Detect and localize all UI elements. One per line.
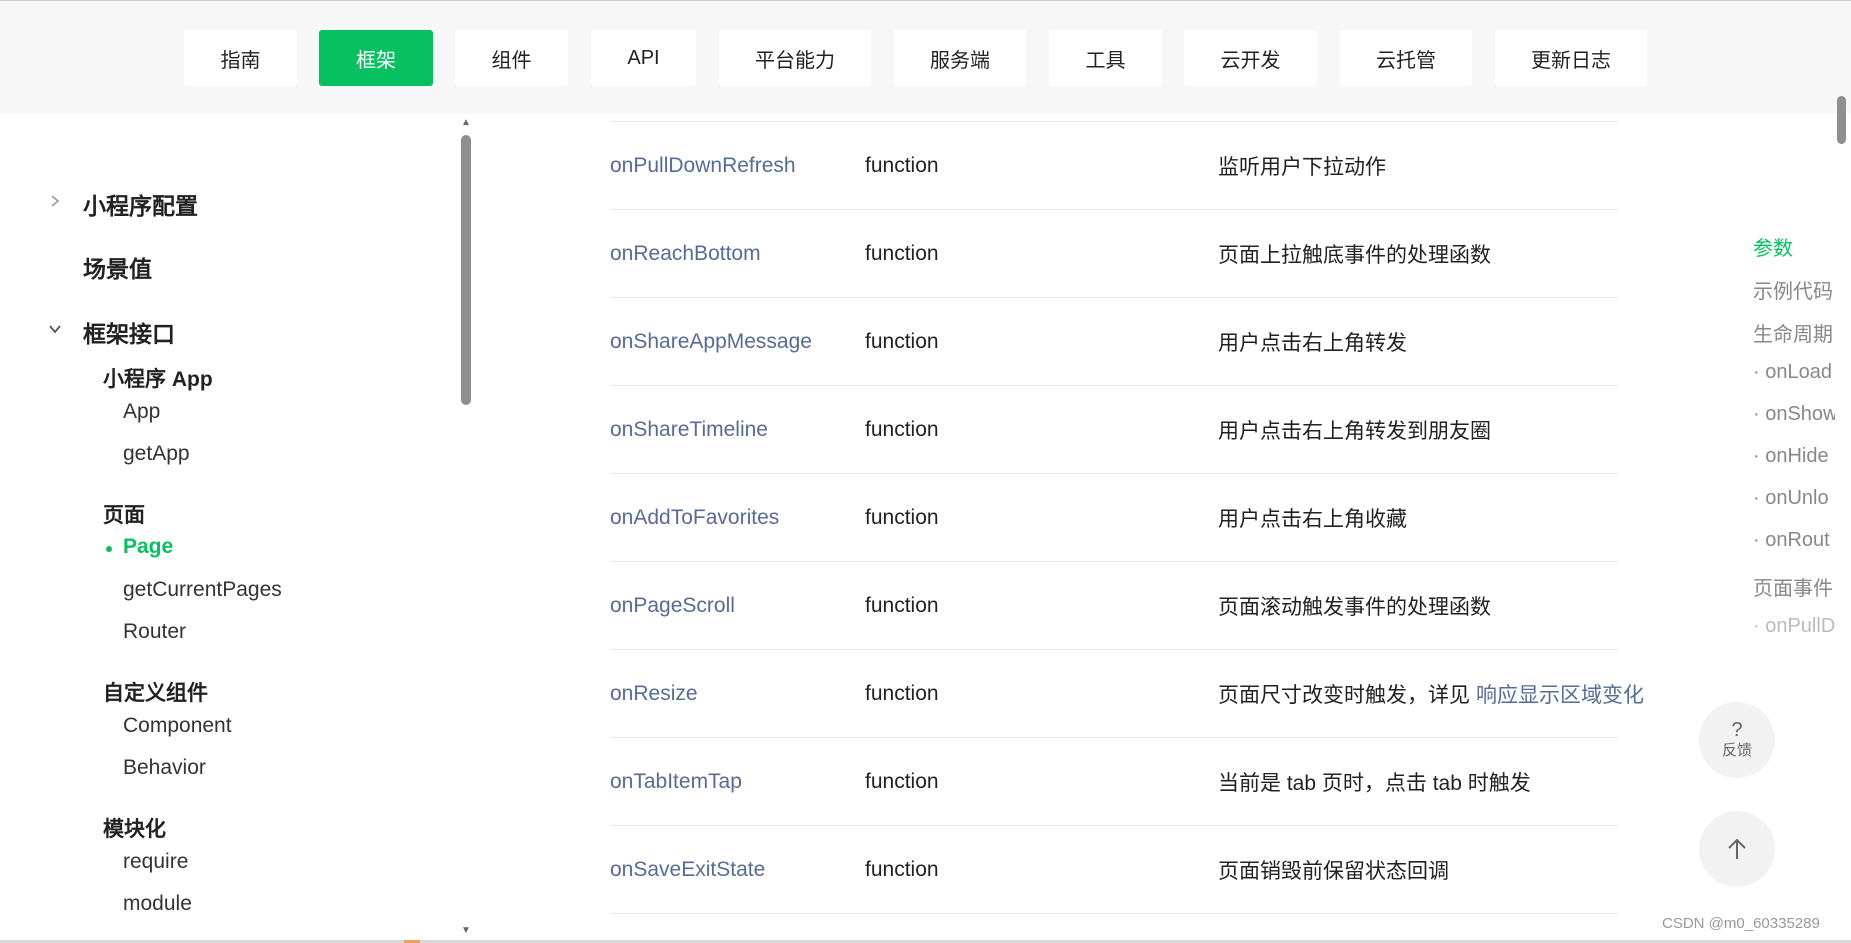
page-scrollbar[interactable] — [1837, 96, 1846, 144]
param-description: 用户点击右上角收藏 — [1218, 508, 1407, 531]
param-description: 页面滚动触发事件的处理函数 — [1218, 596, 1491, 619]
toc-item-onhide[interactable]: · onHide — [1753, 445, 1829, 468]
param-type: function — [865, 418, 939, 441]
table-row: onSaveExitState function 页面销毁前保留状态回调 — [610, 826, 1618, 914]
toc-item-lifecycle[interactable]: 生命周期 — [1753, 318, 1833, 347]
param-type: function — [865, 770, 939, 793]
tab-cloud-dev[interactable]: 云开发 — [1184, 30, 1317, 86]
param-type: function — [865, 242, 939, 265]
param-name-link[interactable]: onResize — [610, 650, 698, 738]
param-description: 页面销毁前保留状态回调 — [1218, 860, 1449, 883]
tab-components[interactable]: 组件 — [455, 30, 568, 86]
param-type: function — [865, 858, 939, 881]
sidebar-scroll-down-icon[interactable]: ▼ — [460, 925, 472, 937]
sidebar-scroll-up-icon[interactable]: ▲ — [460, 117, 472, 129]
param-description: 当前是 tab 页时，点击 tab 时触发 — [1218, 772, 1531, 795]
toc-item-onpulldown[interactable]: · onPullD — [1753, 615, 1835, 638]
param-type: function — [865, 330, 939, 353]
param-type: function — [865, 594, 939, 617]
sidebar — [0, 114, 474, 943]
table-row: onShareTimeline function 用户点击右上角转发到朋友圈 — [610, 386, 1618, 474]
table-row: onPageScroll function 页面滚动触发事件的处理函数 — [610, 562, 1618, 650]
sidebar-item-behavior[interactable]: Behavior — [123, 756, 206, 780]
tab-framework[interactable]: 框架 — [319, 30, 433, 86]
param-name-link[interactable]: onReachBottom — [610, 210, 761, 298]
sidebar-section-page[interactable]: 页面 — [103, 499, 145, 529]
param-description: 用户点击右上角转发到朋友圈 — [1218, 420, 1491, 443]
table-row: onReachBottom function 页面上拉触底事件的处理函数 — [610, 210, 1618, 298]
param-name-link[interactable]: onShareAppMessage — [610, 298, 812, 386]
question-icon: ? — [1731, 719, 1743, 741]
sidebar-section-app[interactable]: 小程序 App — [103, 363, 213, 393]
toc-item-onunload[interactable]: · onUnlo — [1753, 487, 1829, 510]
param-type: function — [865, 154, 939, 177]
tab-guide[interactable]: 指南 — [184, 30, 297, 86]
table-row: onAddToFavorites function 用户点击右上角收藏 — [610, 474, 1618, 562]
param-description: 用户点击右上角转发 — [1218, 332, 1407, 355]
sidebar-item-getcurrentpages[interactable]: getCurrentPages — [123, 578, 282, 602]
param-name-link[interactable]: onSaveExitState — [610, 826, 765, 914]
toc-item-onload[interactable]: · onLoad — [1753, 361, 1832, 384]
toc-item-sample-code[interactable]: 示例代码 — [1753, 275, 1833, 304]
tab-changelog[interactable]: 更新日志 — [1495, 30, 1647, 86]
param-description: 页面上拉触底事件的处理函数 — [1218, 244, 1491, 267]
table-row: onPullDownRefresh function 监听用户下拉动作 — [610, 122, 1618, 210]
feedback-label: 反馈 — [1721, 742, 1752, 759]
back-to-top-button[interactable] — [1699, 811, 1775, 887]
sidebar-group-framework-api[interactable]: 框架接口 — [83, 315, 175, 349]
active-dot-icon — [106, 546, 112, 552]
toc: 参数 示例代码 生命周期 · onLoad · onShow · onHide … — [1750, 230, 1835, 670]
sidebar-item-module[interactable]: module — [123, 892, 192, 916]
tab-server[interactable]: 服务端 — [894, 30, 1026, 86]
sidebar-item-require[interactable]: require — [123, 850, 188, 874]
sidebar-group-app-config[interactable]: 小程序配置 — [83, 187, 198, 221]
table-row: onTabItemTap function 当前是 tab 页时，点击 tab … — [610, 738, 1618, 826]
toc-item-onroute[interactable]: · onRout — [1753, 529, 1830, 552]
sidebar-item-component[interactable]: Component — [123, 714, 232, 738]
param-description-text: 页面尺寸改变时触发，详见 — [1218, 684, 1470, 707]
table-row: onResize function 页面尺寸改变时触发，详见 响应显示区域变化 — [610, 650, 1644, 738]
param-name-link[interactable]: onPullDownRefresh — [610, 122, 796, 210]
chevron-right-icon[interactable] — [48, 194, 62, 208]
lifecycle-table: onPullDownRefresh function 监听用户下拉动作 onRe… — [610, 114, 1644, 943]
tab-cloud-hosting[interactable]: 云托管 — [1340, 30, 1472, 86]
param-name-link[interactable]: onAddToFavorites — [610, 474, 779, 562]
arrow-up-icon — [1728, 838, 1746, 859]
toc-item-page-events[interactable]: 页面事件 — [1753, 572, 1833, 601]
param-description: 监听用户下拉动作 — [1218, 156, 1386, 179]
sidebar-section-modules[interactable]: 模块化 — [103, 813, 166, 843]
watermark: CSDN @m0_60335289 — [1662, 915, 1820, 932]
toc-item-onshow[interactable]: · onShow — [1753, 403, 1835, 426]
resize-doc-link[interactable]: 响应显示区域变化 — [1476, 679, 1644, 709]
param-type: function — [865, 682, 939, 705]
sidebar-item-app[interactable]: App — [123, 400, 160, 424]
sidebar-group-scene-values[interactable]: 场景值 — [83, 250, 152, 284]
tab-tools[interactable]: 工具 — [1049, 30, 1162, 86]
sidebar-item-page[interactable]: Page — [123, 535, 173, 559]
sidebar-section-custom-components[interactable]: 自定义组件 — [103, 677, 208, 707]
chevron-down-icon[interactable] — [48, 322, 62, 336]
param-description: 页面尺寸改变时触发，详见 响应显示区域变化 — [1218, 650, 1644, 738]
tab-api[interactable]: API — [591, 30, 696, 86]
param-type: function — [865, 506, 939, 529]
feedback-button[interactable]: ? 反馈 — [1699, 702, 1775, 778]
table-row: onShareAppMessage function 用户点击右上角转发 — [610, 298, 1618, 386]
tab-platform-capabilities[interactable]: 平台能力 — [719, 30, 871, 86]
sidebar-scrollbar[interactable] — [461, 135, 471, 405]
sidebar-item-router[interactable]: Router — [123, 620, 186, 644]
param-name-link[interactable]: onPageScroll — [610, 562, 735, 650]
param-name-link[interactable]: onTabItemTap — [610, 738, 742, 826]
sidebar-item-getapp[interactable]: getApp — [123, 442, 190, 466]
param-name-link[interactable]: onShareTimeline — [610, 386, 768, 474]
toc-item-params[interactable]: 参数 — [1753, 232, 1793, 261]
top-nav-bar: 指南 框架 组件 API 平台能力 服务端 工具 云开发 云托管 更新日志 — [0, 0, 1851, 114]
